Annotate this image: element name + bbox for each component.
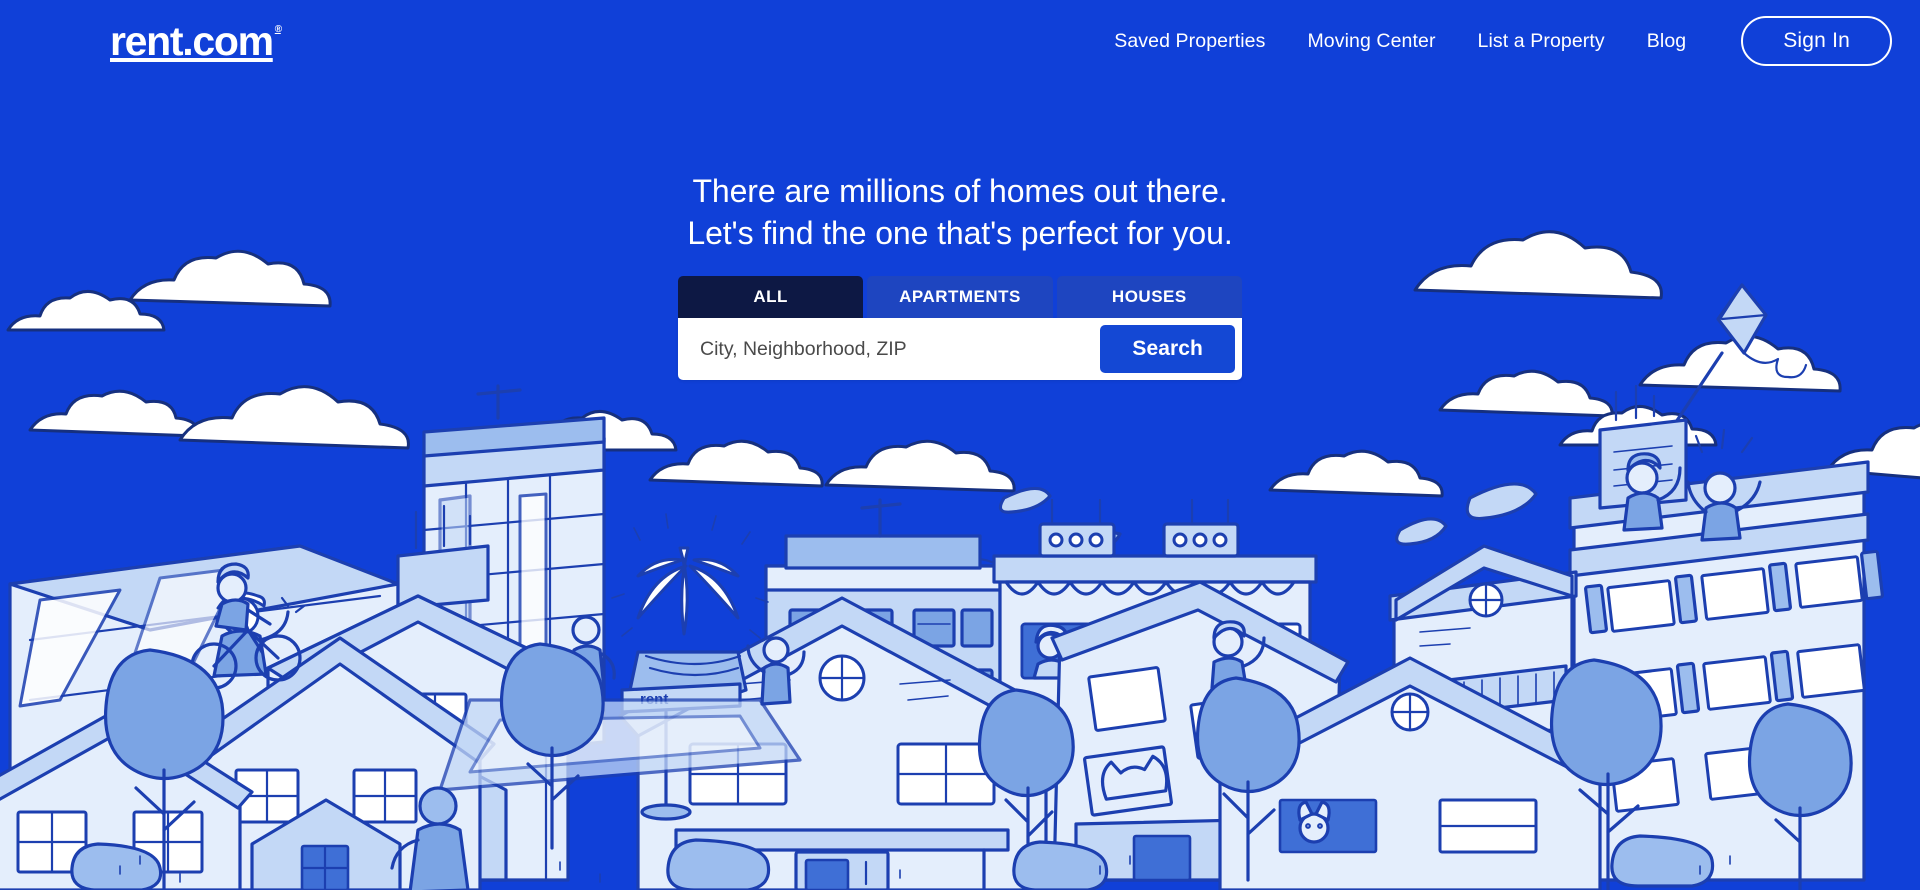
hero-section: There are millions of homes out there. L… [0,170,1920,381]
person-kite-flyer [1622,452,1682,532]
nav-saved-properties[interactable]: Saved Properties [1093,20,1286,63]
search-tabs: ALL APARTMENTS HOUSES [678,276,1242,319]
house-right-dog [1206,656,1614,890]
sign-in-button[interactable]: Sign In [1741,16,1892,66]
storefront-block [992,498,1318,882]
cyclist [190,562,302,690]
bush [70,842,163,890]
tree [977,688,1075,882]
search-widget: ALL APARTMENTS HOUSES Search [678,276,1242,381]
street-sign: rent [620,682,742,821]
person-in-window [1020,622,1102,680]
site-header: rent.com ® Saved Properties Moving Cente… [0,0,1920,82]
bush [1610,834,1715,888]
tree-group [70,642,1853,890]
tree [1549,658,1663,890]
cat-window [1083,745,1173,817]
tab-houses[interactable]: HOUSES [1056,276,1242,319]
person-rooftop-waving [212,591,306,678]
rooftop-building-left [8,504,490,882]
search-input[interactable] [678,325,1101,374]
glass-tower [422,384,606,762]
trademark-symbol: ® [274,23,282,35]
tab-apartments[interactable]: APARTMENTS [867,276,1053,319]
house-tilted-right [1050,580,1350,882]
apartment-5floor [764,498,1002,882]
house-far-left [0,706,254,890]
person-cheering [1686,428,1762,542]
page-title: There are millions of homes out there. L… [687,170,1232,254]
cat-in-window [1509,740,1562,772]
tree [499,642,605,850]
bird [954,530,1122,592]
nav-moving-center[interactable]: Moving Center [1286,20,1456,63]
balcony-building [1388,544,1578,882]
search-bar: Search [678,318,1242,381]
page-root: .ln { fill:none; stroke:#1c3fb0; stroke-… [0,0,1920,890]
ground-texture [119,855,1731,883]
cityscape-illustration: .ln { fill:none; stroke:#1c3fb0; stroke-… [0,0,1920,890]
person-fountain-left [568,615,616,692]
street-sign-text: rent [640,691,668,708]
main-navigation: Saved Properties Moving Center List a Pr… [1093,16,1892,66]
smoke-wisps [998,482,1538,546]
dog-in-window [1297,800,1331,844]
headline-line-1: There are millions of homes out there. [692,173,1228,209]
tree [103,648,225,890]
tree [1747,702,1853,890]
logo-text: rent.com [110,17,274,64]
ground-plaza [438,698,802,792]
person-walking-foreground [390,786,470,890]
nav-blog[interactable]: Blog [1626,20,1707,63]
kite-building [1568,384,1884,882]
site-logo[interactable]: rent.com ® [110,17,282,64]
tab-all[interactable]: ALL [678,276,864,319]
house-bay-left [266,594,570,882]
person-fountain-right [746,636,806,706]
house-center-round-window [618,596,1066,890]
bush [666,838,771,890]
fountain [611,513,769,702]
house-left-foreground [184,636,496,890]
search-button[interactable]: Search [1100,325,1235,374]
bush [1012,840,1109,890]
nav-list-a-property[interactable]: List a Property [1457,20,1626,63]
person-window-wave [1210,620,1266,690]
tree [1195,676,1301,882]
headline-line-2: Let's find the one that's perfect for yo… [687,215,1233,252]
